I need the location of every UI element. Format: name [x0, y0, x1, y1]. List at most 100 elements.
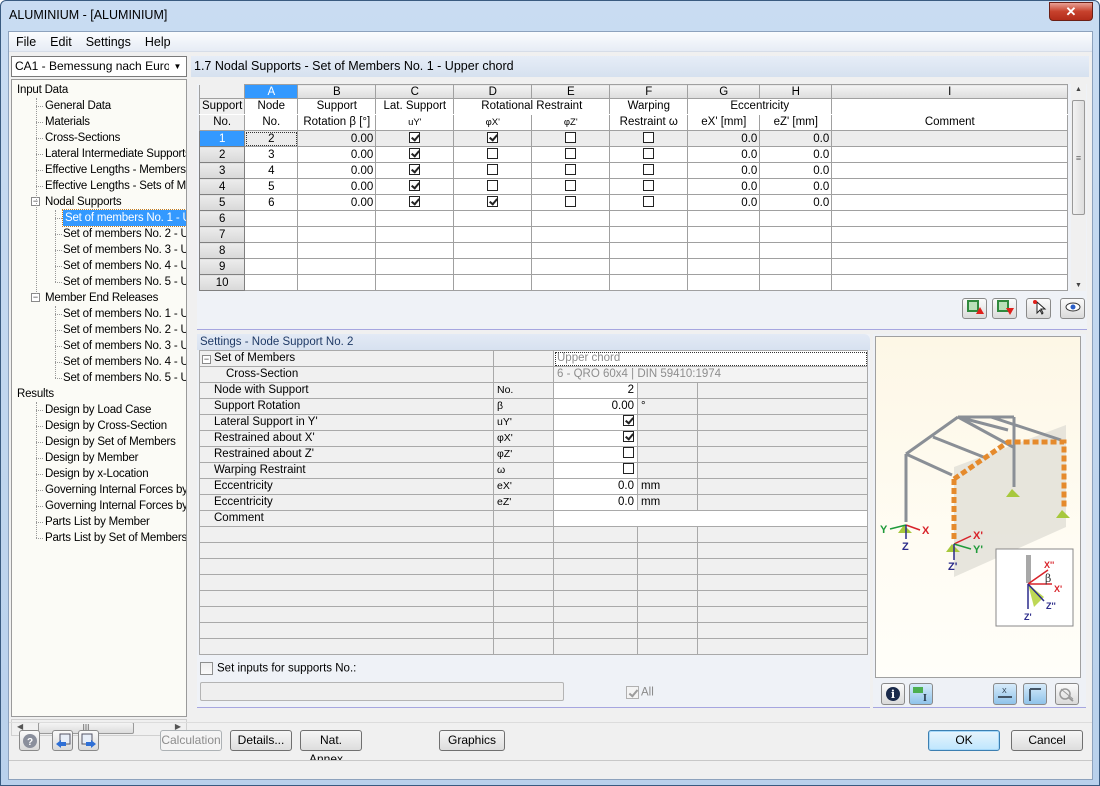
setting-value[interactable]	[553, 430, 638, 447]
empty-cell[interactable]	[531, 274, 611, 291]
setting-value[interactable]	[553, 462, 638, 479]
pick-node-button[interactable]	[1026, 298, 1051, 319]
lat-support-cell[interactable]	[375, 146, 455, 163]
menu-settings[interactable]: Settings	[79, 32, 138, 51]
scroll-down-icon[interactable]: ▼	[1075, 282, 1082, 289]
help-button[interactable]: ?	[19, 730, 40, 751]
node-no-cell[interactable]: 2	[244, 130, 299, 147]
excel-import-button[interactable]	[992, 298, 1017, 319]
empty-cell[interactable]	[609, 274, 689, 291]
reset-view-button[interactable]	[1055, 683, 1079, 705]
column-letter-i[interactable]: I	[831, 84, 1069, 99]
tree-item-results-entry[interactable]: Parts List by Set of Members	[45, 530, 186, 546]
column-letter-c[interactable]: C	[375, 84, 455, 99]
tree-item-nodal-support-set[interactable]: Set of members No. 4 - Upper chord	[63, 258, 186, 274]
scrollbar-thumb[interactable]: ≡	[1072, 100, 1085, 215]
ez-cell[interactable]: 0.0	[759, 194, 833, 211]
row-header[interactable]: 7	[198, 226, 246, 243]
empty-cell[interactable]	[609, 258, 689, 275]
empty-cell[interactable]	[244, 274, 299, 291]
empty-cell[interactable]	[453, 242, 533, 259]
empty-cell[interactable]	[297, 258, 377, 275]
comment-cell[interactable]	[831, 194, 1069, 211]
empty-cell[interactable]	[831, 258, 1069, 275]
empty-cell[interactable]	[531, 242, 611, 259]
tree-item-results-entry[interactable]: Governing Internal Forces by Member	[45, 482, 186, 498]
tree-item-results-entry[interactable]: Design by Load Case	[45, 402, 151, 418]
comment-cell[interactable]	[831, 130, 1069, 147]
rotation-cell[interactable]: 0.00	[297, 178, 377, 195]
row-header[interactable]: 1	[198, 130, 246, 147]
collapse-icon[interactable]: −	[31, 293, 40, 302]
phi-z-checkbox[interactable]	[565, 131, 577, 143]
tree-item-member-end-release-set[interactable]: Set of members No. 1 - Upper chord	[63, 306, 186, 322]
tree-item-results-entry[interactable]: Governing Internal Forces by Set of Memb…	[45, 498, 186, 514]
column-letter-h[interactable]: H	[759, 84, 833, 99]
tree-item-input[interactable]: Effective Lengths - Sets of Members	[45, 178, 186, 194]
warping-cell[interactable]	[609, 130, 689, 147]
ex-cell[interactable]: 0.0	[687, 146, 761, 163]
empty-cell[interactable]	[831, 210, 1069, 227]
tree-item-results-entry[interactable]: Design by Member	[45, 450, 139, 466]
grid-vertical-scrollbar[interactable]: ▲ ≡ ▼	[1071, 84, 1086, 291]
tree-item-results-entry[interactable]: Design by Set of Members	[45, 434, 176, 450]
phi-z-checkbox[interactable]	[565, 163, 577, 175]
warping-cell[interactable]	[609, 146, 689, 163]
column-letter-b[interactable]: B	[297, 84, 377, 99]
node-no-cell[interactable]: 4	[244, 162, 299, 179]
tree-item-member-end-release-set[interactable]: Set of members No. 4 - Upper chord	[63, 354, 186, 370]
empty-cell[interactable]	[759, 226, 833, 243]
set-inputs-option[interactable]: Set inputs for supports No.:	[200, 662, 356, 675]
calculation-button[interactable]: Calculation	[160, 730, 222, 751]
empty-cell[interactable]	[531, 210, 611, 227]
tree-item-nodal-support-set[interactable]: Set of members No. 3 - Upper chord	[63, 242, 186, 258]
chevron-down-icon[interactable]: ▼	[169, 57, 186, 76]
setting-value[interactable]: 0.0	[553, 478, 638, 495]
phi-z-cell[interactable]	[531, 146, 611, 163]
tree-item-results-entry[interactable]: Parts List by Member	[45, 514, 150, 530]
empty-cell[interactable]	[375, 226, 455, 243]
warping-checkbox[interactable]	[643, 163, 655, 175]
rotation-cell[interactable]: 0.00	[297, 194, 377, 211]
empty-cell[interactable]	[244, 226, 299, 243]
empty-cell[interactable]	[453, 274, 533, 291]
phi-z-cell[interactable]	[531, 178, 611, 195]
empty-cell[interactable]	[297, 226, 377, 243]
phi-z-cell[interactable]	[531, 194, 611, 211]
empty-cell[interactable]	[609, 242, 689, 259]
setting-value[interactable]	[553, 446, 638, 463]
node-no-cell[interactable]: 5	[244, 178, 299, 195]
lat-support-cell[interactable]	[375, 178, 455, 195]
tree-item-input[interactable]: General Data	[45, 98, 111, 114]
empty-cell[interactable]	[297, 274, 377, 291]
ez-cell[interactable]: 0.0	[759, 146, 833, 163]
ez-cell[interactable]: 0.0	[759, 130, 833, 147]
empty-cell[interactable]	[375, 274, 455, 291]
setting-value[interactable]: 0.0	[553, 494, 638, 511]
phi-x-checkbox[interactable]	[487, 131, 499, 143]
warping-cell[interactable]	[609, 162, 689, 179]
warping-checkbox[interactable]	[643, 147, 655, 159]
phi-x-cell[interactable]	[453, 146, 533, 163]
rotation-cell[interactable]: 0.00	[297, 162, 377, 179]
setting-checkbox[interactable]	[623, 431, 634, 443]
nat-annex-button[interactable]: Nat. Annex...	[300, 730, 362, 766]
row-header[interactable]: 9	[198, 258, 246, 275]
tree-item-input[interactable]: Lateral Intermediate Supports	[45, 146, 186, 162]
next-window-button[interactable]	[78, 730, 99, 751]
x-direction-button[interactable]: X	[993, 683, 1017, 705]
phi-x-checkbox[interactable]	[487, 147, 499, 159]
lat-support-cell[interactable]	[375, 162, 455, 179]
comment-input[interactable]	[553, 510, 868, 527]
tree-item-input[interactable]: Effective Lengths - Members	[45, 162, 186, 178]
scroll-up-icon[interactable]: ▲	[1075, 86, 1082, 93]
empty-cell[interactable]	[687, 226, 761, 243]
rotation-cell[interactable]: 0.00	[297, 130, 377, 147]
node-no-cell[interactable]: 6	[244, 194, 299, 211]
ez-cell[interactable]: 0.0	[759, 162, 833, 179]
column-letter-g[interactable]: G	[687, 84, 761, 99]
tree-item-nodal-supports[interactable]: Nodal Supports	[45, 194, 122, 210]
warping-cell[interactable]	[609, 194, 689, 211]
collapse-icon[interactable]: −	[202, 355, 211, 364]
lat-support-checkbox[interactable]	[409, 147, 421, 159]
